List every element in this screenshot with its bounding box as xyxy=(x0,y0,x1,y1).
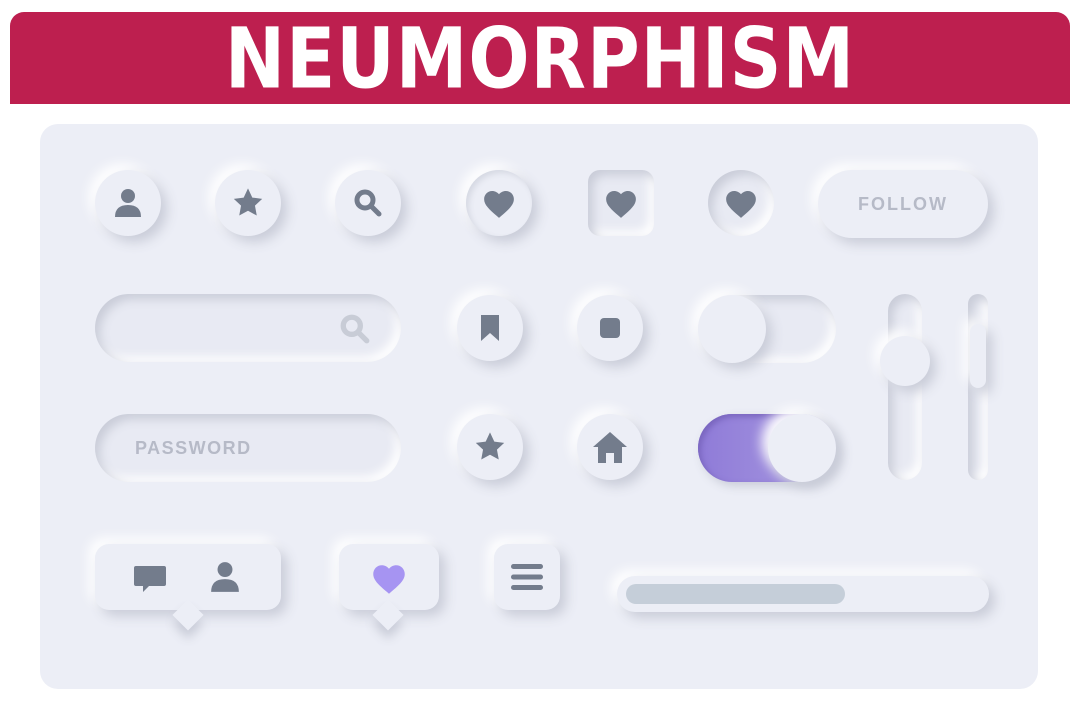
heart-icon xyxy=(482,188,516,218)
search-button[interactable] xyxy=(335,170,401,236)
toggle-off[interactable] xyxy=(698,295,836,363)
toggle-knob xyxy=(768,414,836,482)
user-icon xyxy=(210,561,240,593)
title-banner: NEUMORPHISM xyxy=(10,9,1070,107)
search-icon xyxy=(353,188,383,218)
chat-icon xyxy=(133,564,167,594)
progress-bar xyxy=(617,576,989,612)
follow-button[interactable]: FOLLOW xyxy=(818,170,988,238)
home-icon xyxy=(591,430,629,464)
bookmark-icon xyxy=(478,313,502,343)
vertical-slider-thin[interactable] xyxy=(968,294,988,480)
password-placeholder: PASSWORD xyxy=(135,437,252,458)
stop-icon xyxy=(599,317,621,339)
progress-fill xyxy=(626,584,845,604)
heart-icon xyxy=(604,188,638,218)
user-icon xyxy=(114,188,142,218)
menu-button[interactable] xyxy=(494,544,560,610)
toggle-on[interactable] xyxy=(698,414,836,482)
heart-inset-button[interactable] xyxy=(708,170,774,236)
star-icon xyxy=(231,187,265,219)
password-field[interactable]: PASSWORD xyxy=(95,414,401,482)
user-button[interactable] xyxy=(95,170,161,236)
vertical-slider[interactable] xyxy=(880,294,930,480)
star-icon xyxy=(473,431,507,463)
slider-handle[interactable] xyxy=(970,324,986,388)
search-input[interactable] xyxy=(95,294,401,362)
slider-handle[interactable] xyxy=(880,336,930,386)
star-button-2[interactable] xyxy=(457,414,523,480)
bookmark-button[interactable] xyxy=(457,295,523,361)
heart-icon xyxy=(724,188,758,218)
banner-title: NEUMORPHISM xyxy=(224,9,856,107)
heart-square-button[interactable] xyxy=(588,170,654,236)
heart-button[interactable] xyxy=(466,170,532,236)
star-button[interactable] xyxy=(215,170,281,236)
toggle-knob xyxy=(698,295,766,363)
heart-icon xyxy=(371,562,407,594)
home-button[interactable] xyxy=(577,414,643,480)
stop-button[interactable] xyxy=(577,295,643,361)
search-icon xyxy=(339,313,371,345)
menu-icon xyxy=(511,563,543,591)
